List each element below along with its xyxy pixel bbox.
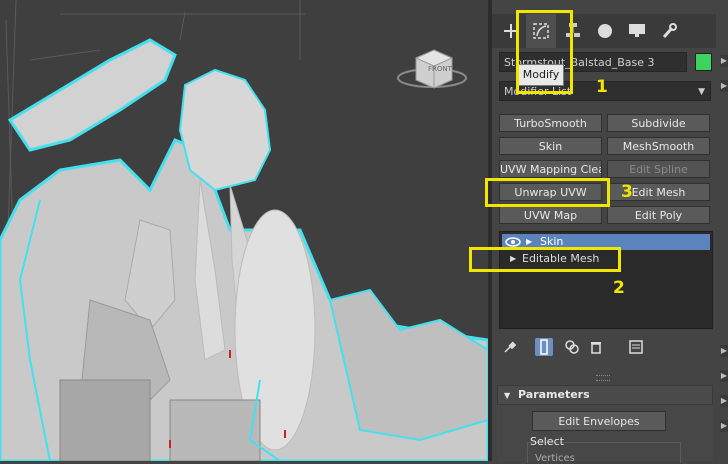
uvw-map-button[interactable]: UVW Map bbox=[499, 206, 602, 224]
chevron-down-icon: ▼ bbox=[698, 87, 705, 97]
panel-resize-grip[interactable] bbox=[596, 375, 610, 381]
make-unique-button[interactable] bbox=[563, 338, 581, 356]
panel-scroll-arrow[interactable]: ▶ bbox=[720, 370, 728, 382]
wrench-icon bbox=[662, 23, 677, 38]
edit-envelopes-button[interactable]: Edit Envelopes bbox=[532, 411, 666, 431]
object-color-swatch[interactable] bbox=[695, 53, 712, 71]
configure-icon bbox=[629, 340, 643, 354]
character-model bbox=[0, 0, 488, 461]
trash-icon bbox=[591, 342, 601, 354]
highlight-editable-mesh bbox=[469, 247, 621, 272]
tab-motion[interactable] bbox=[590, 14, 620, 48]
modifier-stack[interactable]: ▶ Skin ▶ Editable Mesh bbox=[499, 231, 713, 329]
panel-scroll-arrow[interactable]: ▶ bbox=[720, 55, 728, 67]
vertices-checkbox-label[interactable]: Vertices bbox=[535, 453, 575, 464]
pin-stack-button[interactable] bbox=[501, 338, 519, 356]
remove-modifier-button[interactable] bbox=[587, 338, 605, 356]
view-cube-label: FRONT bbox=[428, 65, 452, 73]
viewport[interactable]: FRONT bbox=[0, 0, 488, 461]
uvw-mapping-clear-button[interactable]: UVW Mapping Clear bbox=[499, 160, 602, 178]
panel-scroll-arrow[interactable]: ▶ bbox=[720, 345, 728, 357]
collapse-triangle-icon: ▼ bbox=[504, 391, 511, 400]
highlight-unwrap-uvw bbox=[485, 178, 610, 207]
pin-icon bbox=[504, 341, 517, 353]
step-2-label: 2 bbox=[613, 278, 625, 298]
subdivide-button[interactable]: Subdivide bbox=[607, 114, 710, 132]
parameters-rollout-header[interactable]: ▼ Parameters bbox=[497, 385, 713, 405]
select-group-label: Select bbox=[530, 435, 564, 448]
motion-circle-icon bbox=[598, 24, 612, 38]
step-3-label: 3 bbox=[621, 182, 633, 202]
show-end-result-button[interactable] bbox=[535, 338, 553, 356]
skin-button[interactable]: Skin bbox=[499, 137, 602, 155]
panel-scroll-arrow[interactable]: ▶ bbox=[720, 395, 728, 407]
meshsmooth-button[interactable]: MeshSmooth bbox=[607, 137, 710, 155]
panel-scroll-arrow[interactable]: ▶ bbox=[720, 420, 728, 432]
edit-poly-button[interactable]: Edit Poly bbox=[607, 206, 710, 224]
tab-display[interactable] bbox=[622, 14, 652, 48]
stack-toolbar bbox=[499, 336, 713, 358]
configure-modifier-sets-button[interactable] bbox=[627, 338, 645, 356]
turbosmooth-button[interactable]: TurboSmooth bbox=[499, 114, 602, 132]
end-result-icon bbox=[540, 339, 548, 355]
step-1-label: 1 bbox=[596, 77, 608, 97]
tab-utilities[interactable] bbox=[654, 14, 684, 48]
highlight-modify-tab bbox=[516, 10, 573, 94]
edit-spline-button[interactable]: Edit Spline bbox=[607, 160, 710, 178]
make-unique-icon bbox=[565, 340, 579, 354]
monitor-icon bbox=[629, 24, 645, 37]
parameters-title: Parameters bbox=[518, 388, 590, 401]
panel-scroll-arrow[interactable]: ▶ bbox=[720, 80, 728, 92]
